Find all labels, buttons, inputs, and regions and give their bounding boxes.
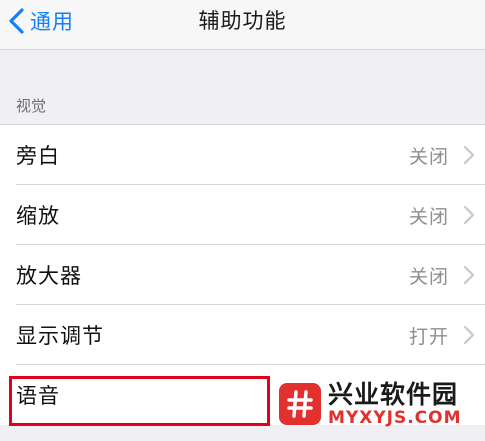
navigation-bar: 通用 辅助功能: [0, 0, 485, 50]
section-header-vision: 视觉: [16, 97, 47, 115]
row-value: 关闭: [408, 205, 449, 228]
settings-row-zoom[interactable]: 缩放 关闭: [0, 185, 485, 245]
settings-row-voiceover[interactable]: 旁白 关闭: [0, 125, 485, 185]
settings-list: 旁白 关闭 缩放 关闭 放大器 关闭 显示调节 打开 语音: [0, 124, 485, 425]
chevron-right-icon: [463, 325, 475, 345]
row-value: 关闭: [408, 265, 449, 288]
chevron-right-icon: [463, 145, 475, 165]
row-label: 语音: [16, 384, 60, 408]
settings-row-speech[interactable]: 语音: [0, 365, 485, 425]
chevron-right-icon: [463, 205, 475, 225]
page-title: 辅助功能: [198, 9, 287, 33]
settings-row-magnifier[interactable]: 放大器 关闭: [0, 245, 485, 305]
chevron-right-icon: [463, 265, 475, 285]
row-label: 显示调节: [16, 324, 104, 348]
row-label: 旁白: [16, 144, 60, 168]
settings-row-display-accommodations[interactable]: 显示调节 打开: [0, 305, 485, 365]
row-label: 放大器: [16, 264, 82, 288]
row-label: 缩放: [16, 204, 60, 228]
row-value: 打开: [408, 325, 449, 348]
row-value: 关闭: [408, 145, 449, 168]
